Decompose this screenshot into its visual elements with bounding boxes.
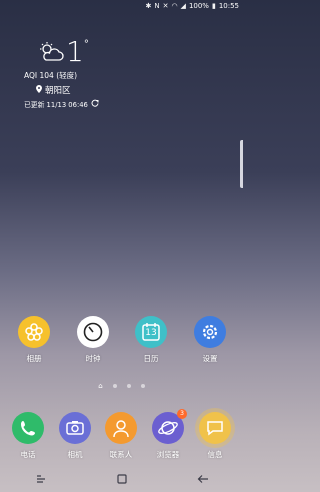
navigation-bar	[0, 468, 243, 492]
signal-icon: ◢	[180, 2, 186, 10]
app-label: 时钟	[85, 354, 101, 363]
app-label: 联系人	[109, 450, 133, 459]
nfc-icon: N	[154, 2, 160, 10]
dock-camera[interactable]: 相机	[55, 412, 95, 460]
battery-icon: ▮	[211, 2, 216, 10]
page-dot	[140, 384, 145, 388]
camera-icon	[59, 412, 91, 444]
flower-icon	[18, 316, 50, 348]
app-settings[interactable]: 设置	[190, 316, 230, 364]
page-indicator: ⌂	[0, 382, 243, 390]
refresh-icon[interactable]	[91, 99, 99, 109]
browser-icon: 3	[152, 409, 187, 444]
weather-widget[interactable]: 1 ° AQI 104 (轻度) 朝阳区 已更新 11/13 06:46	[24, 35, 114, 109]
app-label: 相机	[67, 450, 83, 459]
app-label: 日历	[143, 354, 159, 363]
app-label: 设置	[202, 354, 218, 363]
page-dot	[126, 384, 131, 388]
degree-symbol: °	[83, 39, 89, 50]
home-page-icon: ⌂	[98, 382, 103, 390]
recents-icon[interactable]	[26, 473, 56, 487]
home-icon[interactable]	[107, 473, 137, 487]
battery-percent: 100%	[188, 2, 209, 10]
phone-icon	[12, 412, 44, 444]
gear-icon	[194, 316, 226, 348]
contact-icon	[105, 412, 137, 444]
aqi-text: AQI 104 (轻度)	[24, 71, 78, 80]
status-bar: ✱ N ✕ ◠ ◢ 100% ▮ 10:55	[0, 0, 243, 12]
calendar-day: 13	[145, 328, 157, 338]
app-clock[interactable]: 时钟	[73, 316, 113, 364]
app-label: 信息	[207, 450, 223, 459]
updated-time: 已更新 11/13 06:46	[24, 101, 88, 109]
wifi-icon: ◠	[171, 2, 178, 10]
bluetooth-icon: ✱	[145, 2, 152, 10]
updated-row: 已更新 11/13 06:46	[24, 99, 114, 109]
app-label: 浏览器	[156, 450, 180, 459]
edge-panel-handle[interactable]	[240, 140, 243, 188]
message-icon	[199, 412, 231, 444]
app-label: 电话	[20, 450, 36, 459]
calendar-icon: 13	[135, 316, 167, 348]
page-dot	[112, 384, 117, 388]
location: 朝阳区	[24, 84, 114, 96]
notification-badge: 3	[177, 409, 187, 419]
partly-cloudy-icon	[38, 42, 64, 66]
dock-phone[interactable]: 电话	[8, 412, 48, 460]
back-icon[interactable]	[188, 473, 218, 487]
app-label: 相册	[26, 354, 42, 363]
dock-browser[interactable]: 3 浏览器	[148, 409, 188, 460]
dock-messages[interactable]: 信息	[195, 412, 235, 460]
location-pin-icon	[36, 84, 42, 96]
app-gallery[interactable]: 相册	[14, 316, 54, 364]
status-time: 10:55	[218, 2, 239, 10]
clock-icon	[77, 316, 109, 348]
location-name: 朝阳区	[45, 86, 71, 96]
temperature: 1	[66, 35, 84, 68]
dock-contacts[interactable]: 联系人	[101, 412, 141, 460]
mute-icon: ✕	[162, 2, 169, 10]
app-calendar[interactable]: 13 日历	[131, 316, 171, 364]
